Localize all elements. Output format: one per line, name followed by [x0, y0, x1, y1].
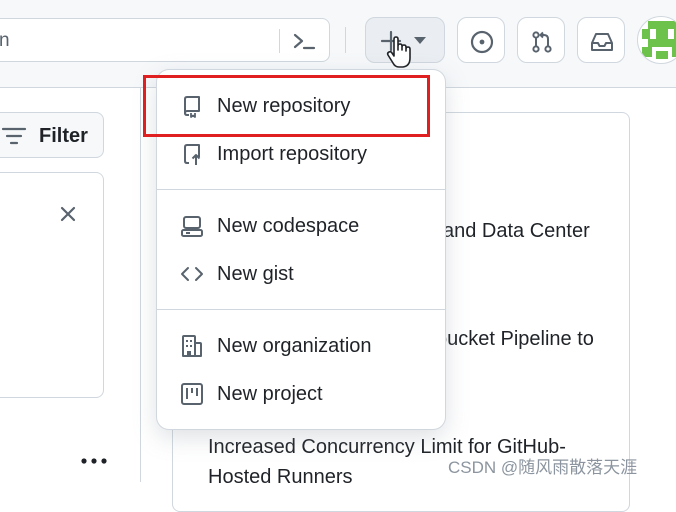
filter-button[interactable]: Filter [0, 112, 104, 158]
user-avatar[interactable] [637, 16, 676, 64]
close-icon[interactable] [59, 205, 77, 223]
filter-label: Filter [39, 125, 88, 147]
left-panel-card [0, 172, 104, 398]
menu-divider [157, 189, 445, 190]
identicon-image [642, 21, 676, 59]
menu-item-label: New organization [217, 335, 372, 357]
menu-item-new-codespace[interactable]: New codespace [157, 203, 445, 249]
feed-item-text[interactable]: and Data Center [443, 220, 590, 243]
menu-divider [157, 309, 445, 310]
menu-item-new-gist[interactable]: New gist [157, 251, 445, 297]
repo-push-icon [184, 144, 201, 165]
inbox-icon [591, 33, 613, 51]
menu-item-new-organization[interactable]: New organization [157, 323, 445, 369]
search-placeholder: n [0, 30, 10, 51]
column-divider [140, 88, 141, 482]
header-divider [345, 27, 346, 53]
hand-cursor-icon [386, 36, 411, 68]
menu-item-label: New gist [217, 263, 294, 285]
menu-item-new-project[interactable]: New project [157, 371, 445, 417]
watermark: CSDN @随风雨散落天涯 [448, 458, 638, 477]
search-divider [279, 29, 280, 53]
menu-item-new-repository[interactable]: New repository [157, 83, 445, 129]
git-pull-request-icon [532, 31, 552, 53]
repo-icon [184, 96, 200, 118]
create-new-menu: New repository Import repository New cod… [157, 70, 445, 429]
feed-item-text[interactable]: oucket Pipeline to [436, 328, 594, 351]
kebab-horizontal-icon[interactable] [80, 456, 108, 466]
menu-item-label: New repository [217, 95, 351, 117]
project-icon [181, 383, 203, 405]
menu-item-label: New project [217, 383, 323, 405]
menu-item-label: Import repository [217, 143, 368, 165]
issues-button[interactable] [457, 17, 505, 63]
codespaces-icon [181, 216, 203, 237]
pull-requests-button[interactable] [517, 17, 565, 63]
issue-opened-icon [470, 30, 494, 54]
menu-item-label: New codespace [217, 215, 360, 237]
inbox-button[interactable] [577, 17, 625, 63]
command-palette-icon[interactable] [291, 28, 317, 54]
organization-icon [182, 335, 202, 357]
search-input[interactable]: n [0, 18, 330, 62]
code-icon [181, 267, 203, 281]
filter-icon [1, 127, 27, 145]
feed-item-title-cont[interactable]: Hosted Runners [208, 466, 353, 489]
triangle-down-icon [414, 37, 426, 44]
menu-item-import-repository[interactable]: Import repository [157, 131, 445, 177]
